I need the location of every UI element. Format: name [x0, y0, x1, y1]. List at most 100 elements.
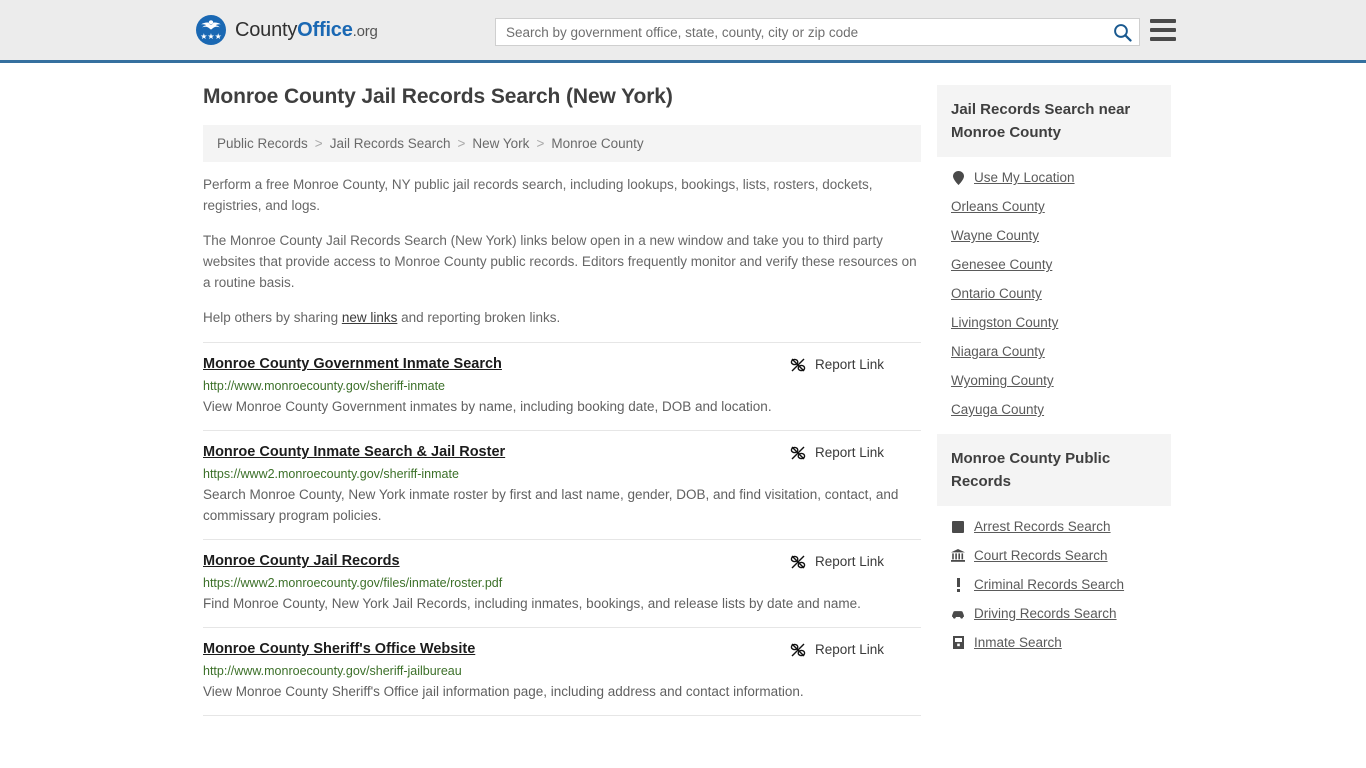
sidebar-link-label[interactable]: Inmate Search	[974, 635, 1062, 650]
breadcrumb-separator: >	[314, 136, 323, 151]
intro-text-before: Help others by sharing	[203, 310, 342, 325]
sidebar-link-label[interactable]: Wayne County	[951, 228, 1039, 243]
sidebar-link-label[interactable]: Livingston County	[951, 315, 1058, 330]
exclamation-icon	[951, 577, 965, 592]
square-icon	[951, 519, 965, 534]
logo-part2: Office	[297, 18, 353, 41]
site-logo-text: CountyOffice.org	[235, 19, 378, 42]
sidebar-link-label[interactable]: Cayuga County	[951, 402, 1044, 417]
sidebar-item-orleans-county[interactable]: Orleans County	[937, 192, 1171, 221]
search-icon	[1113, 23, 1132, 42]
sidebar-link-label[interactable]: Driving Records Search	[974, 606, 1117, 621]
sidebar-link-label[interactable]: Court Records Search	[974, 548, 1108, 563]
sidebar-item-use-my-location[interactable]: Use My Location	[937, 163, 1171, 192]
broken-link-icon	[790, 643, 806, 656]
report-link-button[interactable]: Report Link	[790, 554, 884, 569]
sidebar-link-label[interactable]: Genesee County	[951, 257, 1052, 272]
result-url: https://www2.monroecounty.gov/sheriff-in…	[203, 467, 459, 481]
sidebar-item-cayuga-county[interactable]: Cayuga County	[937, 395, 1171, 424]
report-link-label: Report Link	[814, 642, 884, 657]
hamburger-bar	[1150, 19, 1176, 23]
breadcrumb-item-new-york[interactable]: New York	[472, 136, 529, 151]
results-bottom-divider	[203, 715, 921, 716]
breadcrumb-separator: >	[457, 136, 466, 151]
intro-paragraph-2: The Monroe County Jail Records Search (N…	[203, 233, 917, 290]
result-title-link[interactable]: Monroe County Jail Records	[203, 553, 400, 569]
sidebar-item-livingston-county[interactable]: Livingston County	[937, 308, 1171, 337]
result-item: Monroe County Inmate Search & Jail Roste…	[203, 430, 921, 539]
report-link-button[interactable]: Report Link	[790, 357, 884, 372]
sidebar-item-wyoming-county[interactable]: Wyoming County	[937, 366, 1171, 395]
sidebar-item-driving-records-search[interactable]: Driving Records Search	[937, 599, 1171, 628]
sidebar-link-label[interactable]: Arrest Records Search	[974, 519, 1111, 534]
breadcrumb-item-monroe-county[interactable]: Monroe County	[551, 136, 643, 151]
eagle-icon	[201, 20, 221, 30]
sidebar-item-inmate-search[interactable]: Inmate Search	[937, 628, 1171, 657]
sidebar-item-criminal-records-search[interactable]: Criminal Records Search	[937, 570, 1171, 599]
logo-part1: County	[235, 18, 298, 41]
sidebar-link-label[interactable]: Niagara County	[951, 344, 1045, 359]
sidebar-link-label[interactable]: Orleans County	[951, 199, 1045, 214]
site-header: ★★★ CountyOffice.org	[0, 0, 1366, 63]
broken-link-icon	[790, 446, 806, 459]
result-title-link[interactable]: Monroe County Government Inmate Search	[203, 356, 502, 372]
sidebar-item-ontario-county[interactable]: Ontario County	[937, 279, 1171, 308]
car-icon	[951, 606, 965, 621]
stars-icon: ★★★	[200, 32, 222, 41]
sidebar-link-label[interactable]: Criminal Records Search	[974, 577, 1124, 592]
search-bar[interactable]	[495, 18, 1140, 46]
page-title: Monroe County Jail Records Search (New Y…	[203, 85, 673, 108]
hamburger-bar	[1150, 28, 1176, 32]
breadcrumb: Public Records > Jail Records Search > New Y…	[203, 125, 921, 162]
search-input[interactable]	[496, 19, 1105, 45]
map-pin-icon	[951, 170, 965, 185]
broken-link-icon	[790, 358, 806, 371]
result-url: https://www2.monroecounty.gov/files/inma…	[203, 576, 503, 590]
search-button[interactable]	[1105, 19, 1139, 45]
panel-public-records: Monroe County Public Records Arrest Reco…	[937, 434, 1171, 657]
panel-heading: Monroe County Public Records	[937, 434, 1171, 506]
sidebar-item-arrest-records-search[interactable]: Arrest Records Search	[937, 512, 1171, 541]
sidebar-item-genesee-county[interactable]: Genesee County	[937, 250, 1171, 279]
result-item: Monroe County Jail Records Report Link h…	[203, 539, 921, 627]
intro-paragraph-3: Help others by sharing new links and rep…	[203, 307, 917, 328]
menu-button[interactable]	[1150, 19, 1176, 41]
sidebar: Jail Records Search near Monroe County U…	[937, 85, 1171, 667]
breadcrumb-item-jail-records-search[interactable]: Jail Records Search	[330, 136, 451, 151]
result-description: View Monroe County Government inmates by…	[203, 399, 772, 414]
page-body: Monroe County Jail Records Search (New Y…	[0, 63, 1366, 716]
sidebar-link-label[interactable]: Wyoming County	[951, 373, 1054, 388]
intro-text-after: and reporting broken links.	[397, 310, 561, 325]
main-content: Monroe County Jail Records Search (New Y…	[195, 85, 921, 716]
panel-heading: Jail Records Search near Monroe County	[937, 85, 1171, 157]
sidebar-item-wayne-county[interactable]: Wayne County	[937, 221, 1171, 250]
report-link-button[interactable]: Report Link	[790, 445, 884, 460]
report-link-label: Report Link	[814, 357, 884, 372]
sidebar-link-label[interactable]: Use My Location	[974, 170, 1075, 185]
sidebar-item-niagara-county[interactable]: Niagara County	[937, 337, 1171, 366]
report-link-button[interactable]: Report Link	[790, 642, 884, 657]
panel-nearby-jail-records: Jail Records Search near Monroe County U…	[937, 85, 1171, 424]
result-description: Search Monroe County, New York inmate ro…	[203, 487, 899, 523]
sidebar-link-label[interactable]: Ontario County	[951, 286, 1042, 301]
report-link-label: Report Link	[814, 554, 884, 569]
county-office-emblem-icon: ★★★	[196, 15, 226, 45]
sidebar-item-court-records-search[interactable]: Court Records Search	[937, 541, 1171, 570]
result-title-link[interactable]: Monroe County Inmate Search & Jail Roste…	[203, 444, 505, 460]
report-link-label: Report Link	[814, 445, 884, 460]
courthouse-icon	[951, 548, 965, 563]
intro-paragraph-1: Perform a free Monroe County, NY public …	[203, 177, 873, 213]
result-description: Find Monroe County, New York Jail Record…	[203, 596, 861, 611]
site-logo[interactable]: ★★★ CountyOffice.org	[196, 15, 378, 45]
hamburger-bar	[1150, 37, 1176, 41]
result-title-link[interactable]: Monroe County Sheriff's Office Website	[203, 641, 475, 657]
door-icon	[951, 635, 965, 650]
broken-link-icon	[790, 555, 806, 568]
result-description: View Monroe County Sheriff's Office jail…	[203, 684, 804, 699]
results-list: Monroe County Government Inmate Search R…	[203, 342, 921, 716]
breadcrumb-item-public-records[interactable]: Public Records	[217, 136, 308, 151]
new-links-link[interactable]: new links	[342, 310, 398, 325]
logo-tld: .org	[352, 22, 378, 40]
result-url: http://www.monroecounty.gov/sheriff-jail…	[203, 664, 462, 678]
result-item: Monroe County Sheriff's Office Website R…	[203, 627, 921, 715]
